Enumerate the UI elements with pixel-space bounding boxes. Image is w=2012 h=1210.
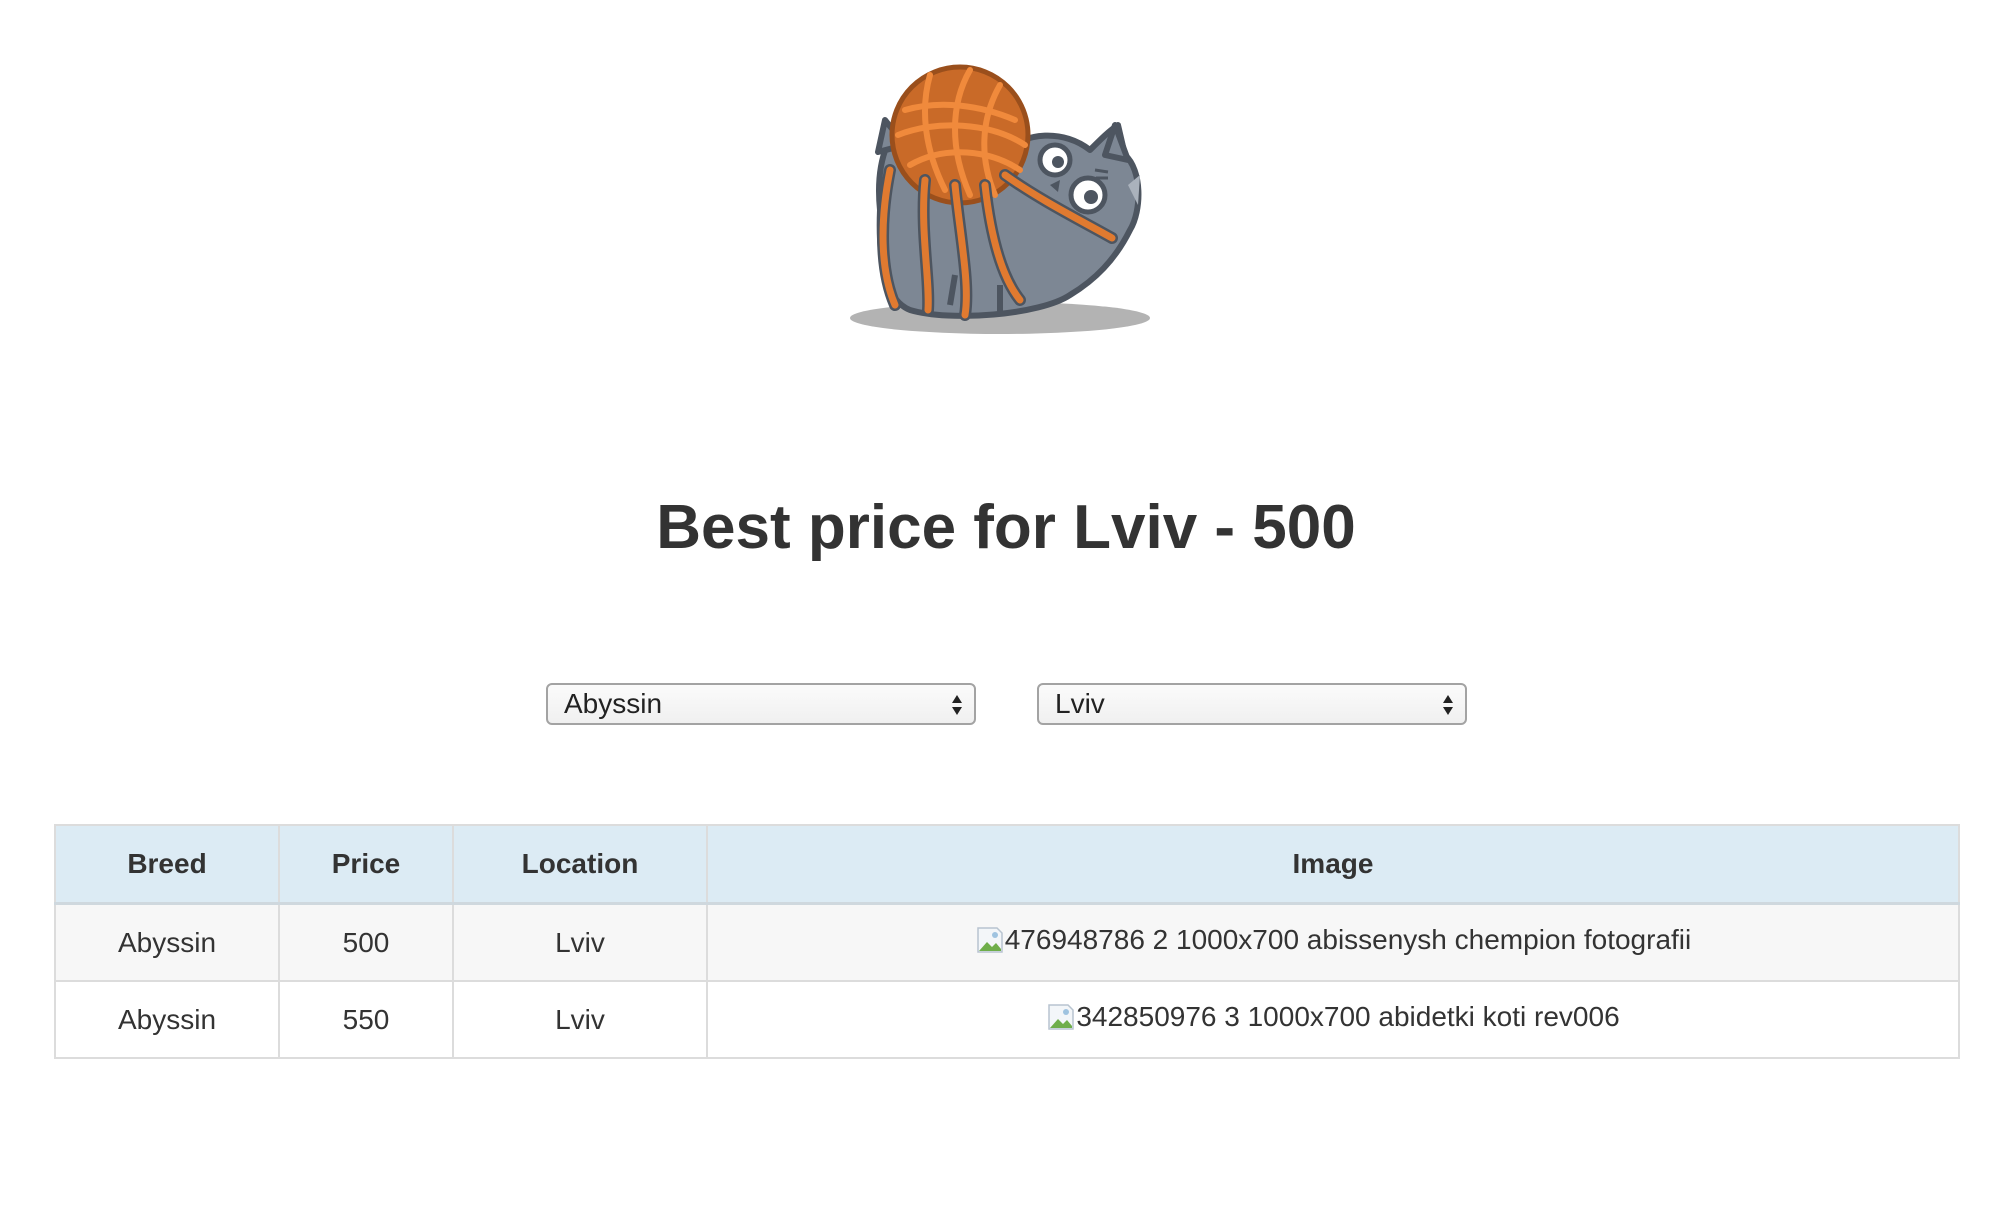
page-title: Best price for Lviv - 500 — [656, 493, 1356, 562]
column-header-breed[interactable]: Breed — [54, 824, 280, 905]
cell-location: Lviv — [452, 902, 708, 982]
table-header-row: Breed Price Location Image — [54, 824, 1960, 905]
breed-select[interactable]: Abyssin — [546, 683, 976, 725]
breed-select-value: Abyssin — [564, 688, 663, 719]
broken-image: 476948786 2 1000x700 abissenysh chempion… — [975, 923, 1692, 956]
cell-image: 342850976 3 1000x700 abidetki koti rev00… — [706, 980, 1960, 1059]
broken-image: 342850976 3 1000x700 abidetki koti rev00… — [1046, 1000, 1620, 1033]
cell-price: 550 — [278, 980, 454, 1059]
select-arrows-icon — [1443, 695, 1453, 715]
table-row: Abyssin 500 Lviv 476948786 2 1000x700 ab… — [54, 902, 1960, 982]
location-select-value: Lviv — [1055, 688, 1105, 719]
column-header-location[interactable]: Location — [452, 824, 708, 905]
column-header-image[interactable]: Image — [706, 824, 1960, 905]
results-table: Breed Price Location Image Abyssin 500 L… — [54, 824, 1960, 1059]
cat-with-yarn-ball-logo — [850, 64, 1150, 334]
image-alt-text: 476948786 2 1000x700 abissenysh chempion… — [1004, 923, 1692, 955]
image-alt-text: 342850976 3 1000x700 abidetki koti rev00… — [1076, 1000, 1620, 1032]
cell-image: 476948786 2 1000x700 abissenysh chempion… — [706, 902, 1960, 982]
page: Best price for Lviv - 500 Abyssin Lviv B… — [0, 0, 2012, 1210]
select-arrows-icon — [952, 695, 962, 715]
cell-breed: Abyssin — [54, 980, 280, 1059]
location-select[interactable]: Lviv — [1037, 683, 1467, 725]
cell-location: Lviv — [452, 980, 708, 1059]
cell-price: 500 — [278, 902, 454, 982]
table-row: Abyssin 550 Lviv 342850976 3 1000x700 ab… — [54, 980, 1960, 1059]
broken-image-icon — [1048, 1003, 1075, 1030]
column-header-price[interactable]: Price — [278, 824, 454, 905]
broken-image-icon — [976, 926, 1003, 953]
cell-breed: Abyssin — [54, 902, 280, 982]
